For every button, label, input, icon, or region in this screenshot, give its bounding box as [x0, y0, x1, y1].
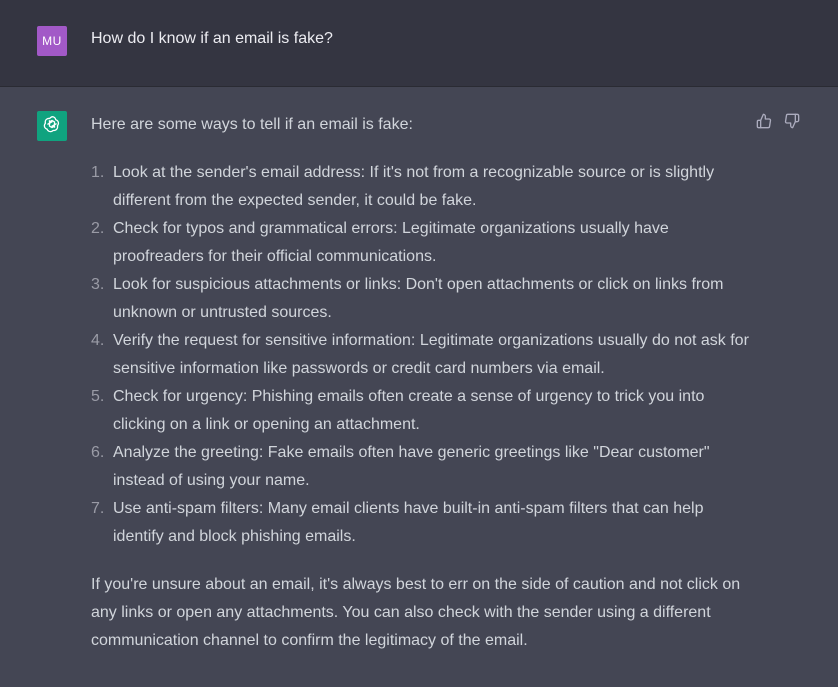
list-item-text: Use anti-spam filters: Many email client…: [113, 500, 704, 545]
openai-logo-icon: [42, 114, 62, 139]
assistant-intro: Here are some ways to tell if an email i…: [91, 116, 413, 133]
list-item-text: Verify the request for sensitive informa…: [113, 332, 749, 377]
list-item-text: Look at the sender's email address: If i…: [113, 164, 715, 209]
list-item: 3. Look for suspicious attachments or lin…: [91, 271, 751, 327]
list-item: 7. Use anti-spam filters: Many email clie…: [91, 495, 751, 551]
list-number: 2.: [91, 220, 105, 237]
user-message-text: How do I know if an email is fake?: [91, 30, 333, 47]
list-number: 6.: [91, 444, 105, 461]
list-item: 6. Analyze the greeting: Fake emails ofte…: [91, 439, 751, 495]
thumbs-up-icon: [756, 113, 772, 134]
user-message-row: MU How do I know if an email is fake?: [0, 0, 838, 87]
list-item: 4. Verify the request for sensitive infor…: [91, 327, 751, 383]
list-item-text: Look for suspicious attachments or links…: [113, 276, 724, 321]
list-number: 1.: [91, 164, 105, 181]
list-item: 5. Check for urgency: Phishing emails oft…: [91, 383, 751, 439]
assistant-closing: If you're unsure about an email, it's al…: [91, 576, 741, 649]
list-number: 4.: [91, 332, 105, 349]
assistant-avatar: [37, 111, 67, 141]
user-avatar: MU: [37, 26, 67, 56]
list-item: 1. Look at the sender's email address: If…: [91, 159, 751, 215]
list-number: 5.: [91, 388, 105, 405]
assistant-message-content: Here are some ways to tell if an email i…: [91, 111, 751, 655]
list-item: 2. Check for typos and grammatical errors…: [91, 215, 751, 271]
list-item-text: Analyze the greeting: Fake emails often …: [113, 444, 710, 489]
list-number: 7.: [91, 500, 105, 517]
list-item-text: Check for urgency: Phishing emails often…: [113, 388, 705, 433]
list-item-text: Check for typos and grammatical errors: …: [113, 220, 669, 265]
thumbs-up-button[interactable]: [754, 113, 774, 133]
assistant-message-row: Here are some ways to tell if an email i…: [0, 87, 838, 687]
thumbs-down-icon: [784, 113, 800, 134]
tips-list: 1. Look at the sender's email address: If…: [91, 159, 751, 551]
list-number: 3.: [91, 276, 105, 293]
thumbs-down-button[interactable]: [782, 113, 802, 133]
